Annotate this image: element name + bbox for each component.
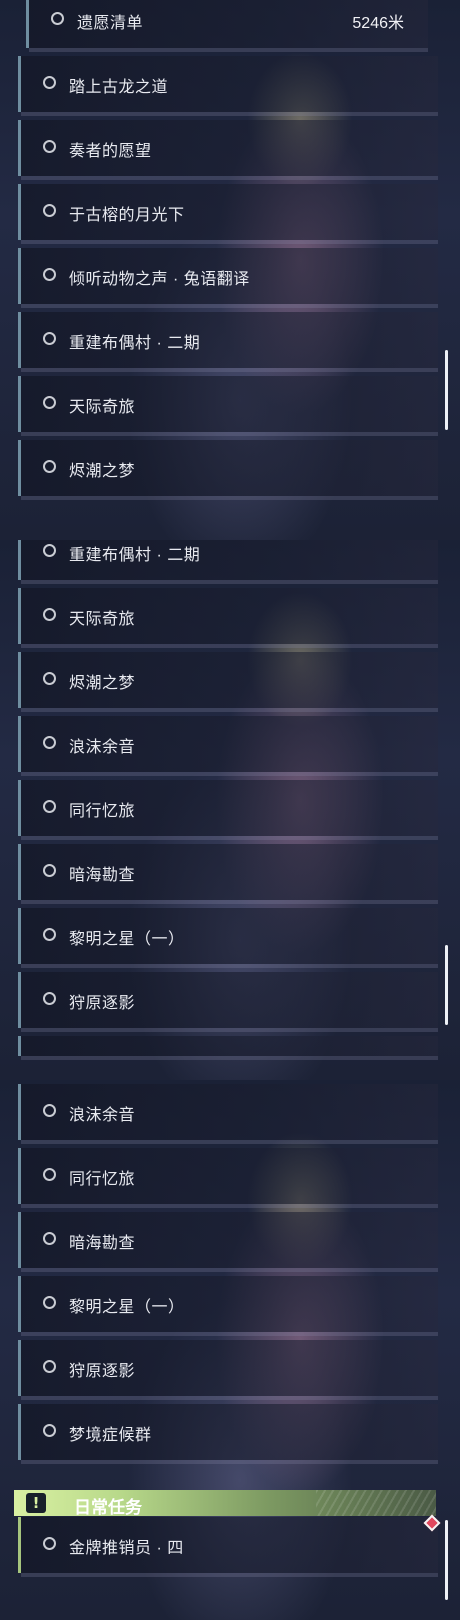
header-stripes-decoration bbox=[316, 1490, 436, 1516]
quest-status-circle-icon bbox=[51, 12, 64, 25]
quest-list-screen: 遗愿清单 5246米 踏上古龙之道 奏者的愿望 于古榕的月光下 倾听动物之声 ·… bbox=[0, 0, 460, 1620]
quest-item[interactable]: 浪沫余音 bbox=[18, 716, 438, 776]
quest-item[interactable]: 重建布偶村 · 二期 bbox=[18, 540, 438, 584]
quest-item[interactable]: 暗海勘查 bbox=[18, 1212, 438, 1272]
quest-status-circle-icon bbox=[43, 1232, 56, 1245]
quest-item[interactable]: 奏者的愿望 bbox=[18, 120, 438, 180]
exclamation-icon bbox=[26, 1493, 46, 1513]
quest-item-label: 梦境症候群 bbox=[69, 1427, 152, 1444]
quest-item[interactable]: 梦境症候群 bbox=[18, 1404, 438, 1464]
quest-status-circle-icon bbox=[43, 460, 56, 473]
quest-item-label: 暗海勘查 bbox=[69, 1235, 136, 1252]
quest-item-label: 狩原逐影 bbox=[69, 1363, 136, 1380]
quest-item[interactable]: 天际奇旅 bbox=[18, 588, 438, 648]
quest-status-circle-icon bbox=[43, 992, 56, 1005]
quest-status-circle-icon bbox=[43, 800, 56, 813]
scrollbar-thumb[interactable] bbox=[445, 350, 448, 430]
quest-item[interactable]: 天际奇旅 bbox=[18, 376, 438, 436]
quest-item[interactable]: 狩原逐影 bbox=[18, 1340, 438, 1400]
quest-item[interactable]: 黎明之星（一） bbox=[18, 908, 438, 968]
quest-item[interactable]: 浪沫余音 bbox=[18, 1084, 438, 1144]
quest-item-label: 遗愿清单 bbox=[77, 15, 144, 32]
quest-item-label: 烬潮之梦 bbox=[69, 463, 136, 480]
quest-status-circle-icon bbox=[43, 268, 56, 281]
quest-item-label: 同行忆旅 bbox=[69, 803, 136, 820]
quest-item-label: 奏者的愿望 bbox=[69, 143, 152, 160]
quest-item[interactable]: 于古榕的月光下 bbox=[18, 184, 438, 244]
quest-item[interactable]: 同行忆旅 bbox=[18, 780, 438, 840]
quest-item-label: 踏上古龙之道 bbox=[69, 79, 169, 96]
quest-status-circle-icon bbox=[43, 736, 56, 749]
quest-status-circle-icon bbox=[43, 140, 56, 153]
quest-status-circle-icon bbox=[43, 1296, 56, 1309]
quest-item-label: 暗海勘查 bbox=[69, 867, 136, 884]
quest-item[interactable]: 黎明之星（一） bbox=[18, 1276, 438, 1336]
daily-quest-item[interactable]: 金牌推销员 · 四 bbox=[18, 1517, 438, 1577]
quest-item-label: 黎明之星（一） bbox=[69, 931, 185, 948]
quest-item[interactable]: 狩原逐影 bbox=[18, 972, 438, 1032]
quest-item-label: 浪沫余音 bbox=[69, 739, 136, 756]
scrollbar-thumb[interactable] bbox=[445, 1520, 448, 1600]
quest-status-circle-icon bbox=[43, 204, 56, 217]
scrollbar-thumb[interactable] bbox=[445, 945, 448, 1025]
quest-item[interactable]: 重建布偶村 · 二期 bbox=[18, 312, 438, 372]
quest-item-label: 重建布偶村 · 二期 bbox=[69, 547, 201, 564]
quest-item[interactable]: 同行忆旅 bbox=[18, 1148, 438, 1208]
quest-item-label: 金牌推销员 · 四 bbox=[69, 1540, 184, 1557]
quest-status-circle-icon bbox=[43, 1424, 56, 1437]
quest-status-circle-icon bbox=[43, 864, 56, 877]
quest-item-label: 浪沫余音 bbox=[69, 1107, 136, 1124]
quest-status-circle-icon bbox=[43, 1168, 56, 1181]
quest-item-label: 烬潮之梦 bbox=[69, 675, 136, 692]
daily-section-title: 日常任务 bbox=[74, 1498, 142, 1517]
quest-item-label: 倾听动物之声 · 兔语翻译 bbox=[69, 271, 250, 288]
quest-item-label: 天际奇旅 bbox=[69, 399, 136, 416]
quest-list-panel-3: 浪沫余音 同行忆旅 暗海勘查 黎明之星（一） 狩原逐影 梦境症候群 金牌推销员 … bbox=[0, 1080, 460, 1620]
daily-section-header[interactable]: 日常任务 bbox=[14, 1490, 436, 1517]
quest-item[interactable]: 烬潮之梦 bbox=[18, 440, 438, 500]
quest-item-label: 于古榕的月光下 bbox=[69, 207, 185, 224]
quest-item[interactable]: 踏上古龙之道 bbox=[18, 56, 438, 116]
quest-status-circle-icon bbox=[43, 1360, 56, 1373]
quest-status-circle-icon bbox=[43, 1104, 56, 1117]
quest-status-circle-icon bbox=[43, 332, 56, 345]
quest-status-circle-icon bbox=[43, 928, 56, 941]
quest-status-circle-icon bbox=[43, 544, 56, 557]
quest-item[interactable]: 烬潮之梦 bbox=[18, 652, 438, 712]
quest-list-panel-1: 遗愿清单 5246米 踏上古龙之道 奏者的愿望 于古榕的月光下 倾听动物之声 ·… bbox=[0, 0, 460, 540]
quest-item-partial[interactable] bbox=[18, 1036, 438, 1060]
quest-distance: 5246米 bbox=[352, 15, 404, 32]
quest-item-label: 狩原逐影 bbox=[69, 995, 136, 1012]
quest-item[interactable]: 暗海勘查 bbox=[18, 844, 438, 904]
quest-status-circle-icon bbox=[43, 672, 56, 685]
quest-item-tracked[interactable]: 遗愿清单 5246米 bbox=[26, 0, 428, 52]
quest-status-circle-icon bbox=[43, 76, 56, 89]
quest-item-label: 同行忆旅 bbox=[69, 1171, 136, 1188]
quest-item-label: 天际奇旅 bbox=[69, 611, 136, 628]
quest-status-circle-icon bbox=[43, 608, 56, 621]
quest-item-label: 黎明之星（一） bbox=[69, 1299, 185, 1316]
quest-list-panel-2: 重建布偶村 · 二期 天际奇旅 烬潮之梦 浪沫余音 同行忆旅 暗海勘查 黎明之星… bbox=[0, 540, 460, 1080]
quest-item-label: 重建布偶村 · 二期 bbox=[69, 335, 201, 352]
quest-item[interactable]: 倾听动物之声 · 兔语翻译 bbox=[18, 248, 438, 308]
quest-status-circle-icon bbox=[43, 1537, 56, 1550]
quest-status-circle-icon bbox=[43, 396, 56, 409]
